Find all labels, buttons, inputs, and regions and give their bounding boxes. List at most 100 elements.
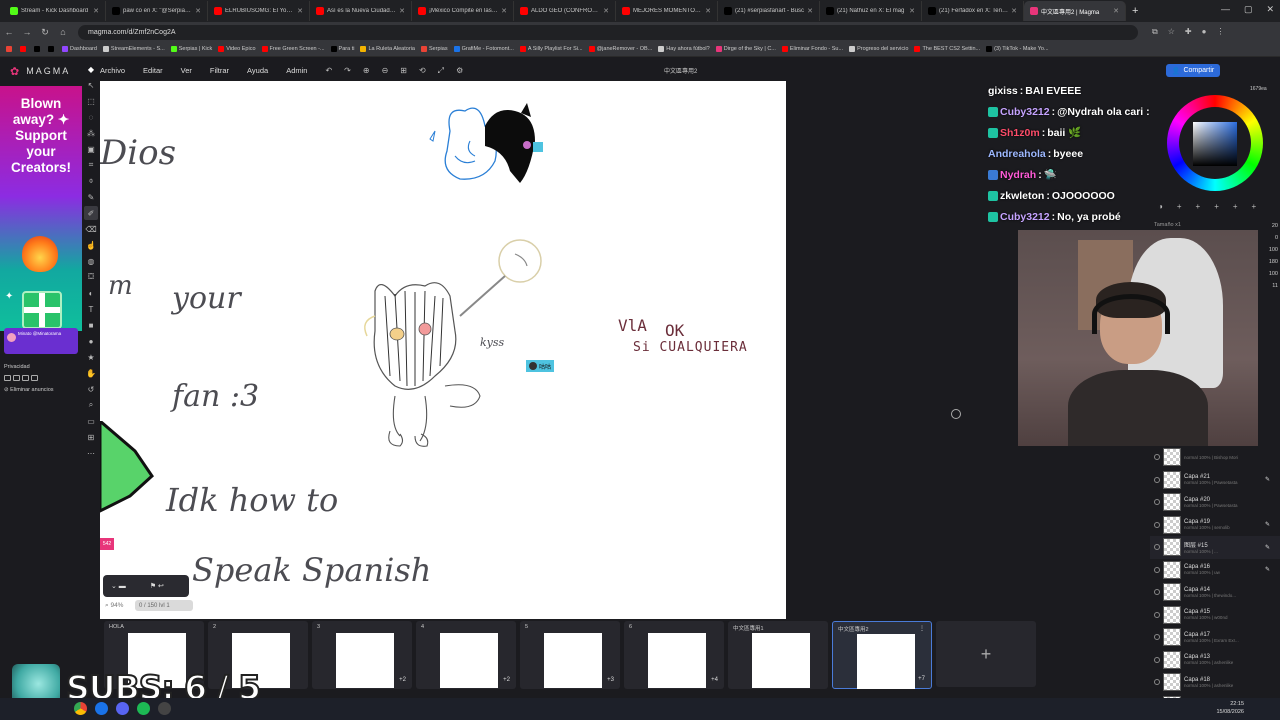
browser-tab[interactable]: ALDO GEO (CONFRONTA ✕ [514,1,616,21]
close-icon[interactable]: ✕ [1266,4,1274,15]
shape-circle-icon[interactable]: ● [84,334,98,348]
close-tab-icon[interactable]: ✕ [807,7,813,15]
magma-logo[interactable]: ✿ MAGMA [0,60,82,82]
browser-tab[interactable]: ¡México Compite en las Et ✕ [412,1,514,21]
privacy-icon[interactable] [4,375,11,381]
browser-tab[interactable]: Así es la Nueva Ciudad Pi ✕ [310,1,412,21]
privacy-icon[interactable] [13,375,20,381]
magma-menu-icon[interactable]: ◆ [84,62,98,76]
rotate-icon[interactable]: ⟲ [419,66,426,75]
bookmark-item[interactable] [20,46,28,52]
add-color-icon[interactable]: + [1252,202,1257,211]
maximize-icon[interactable]: ▢ [1244,4,1253,15]
bookmark-item[interactable]: Para ti [330,46,354,52]
bookmark-item[interactable]: Progreso del servicio [849,46,908,52]
board-card[interactable]: 中文區專用2 +7 ⋮ [832,621,932,689]
layer-row[interactable]: Capa #17 normal 100% | Exram Exr... [1150,626,1280,649]
ad-banner[interactable]: Blown away? ✦ Support your Creators! ✦ [0,86,82,331]
obs-icon[interactable] [158,702,171,715]
board-menu-icon[interactable]: ⋮ [919,625,925,632]
redo-icon[interactable]: ↷ [344,66,351,75]
chat-bubble-icon[interactable]: ⌄ ▬ [111,582,126,590]
bookmark-item[interactable]: Free Green Screen -... [261,46,325,52]
layer-row[interactable]: normal 100% | Bishop Mori [1150,446,1280,469]
profile-icon[interactable]: ● [1202,27,1207,37]
visibility-icon[interactable] [1154,679,1160,686]
shape-square-icon[interactable]: ■ [84,318,98,332]
chrome-icon[interactable] [74,702,87,715]
close-tab-icon[interactable]: ✕ [195,7,201,15]
layer-row[interactable]: Capa #21 normal 100% | Pawsetasta ✎ [1150,469,1280,492]
layer-row[interactable]: Capa #13 normal 100% | ashenlike [1150,649,1280,672]
bookmark-item[interactable]: La Ruleta Aleatoria [360,46,415,52]
blur-icon[interactable]: ◍ [84,254,98,268]
zoom-level[interactable]: ⌕ 94% [105,602,123,610]
board-card[interactable]: 5 +3 [520,621,620,689]
text-tool-icon[interactable]: T [84,302,98,316]
browser-tab[interactable]: (21) Ferfadox en X: Tened ✕ [922,1,1024,21]
close-tab-icon[interactable]: ✕ [501,7,507,15]
visibility-icon[interactable] [1154,476,1160,483]
add-color-icon[interactable]: + [1233,202,1238,211]
close-tab-icon[interactable]: ✕ [705,7,711,15]
menu-archivo[interactable]: Archivo [100,66,125,75]
rect-select-icon[interactable]: ⬚ [84,94,98,108]
visibility-icon[interactable] [1154,499,1160,506]
smudge-icon[interactable]: ☝ [84,238,98,252]
fullscreen-icon[interactable]: ⤢ [438,66,444,76]
bookmark-item[interactable]: The BEST CS2 Settin... [914,46,980,52]
bookmark-item[interactable]: StreamElements - S... [102,46,165,52]
undo-icon[interactable]: ↶ [325,66,332,75]
pencil-icon[interactable]: ✎ [84,190,98,204]
menu-ver[interactable]: Ver [181,66,192,75]
new-tab-button[interactable]: + [1126,5,1144,17]
zoom-in-icon[interactable]: ⊕ [363,66,370,75]
reference-icon[interactable]: ⊞ [84,430,98,444]
visibility-icon[interactable] [1154,521,1160,528]
close-tab-icon[interactable]: ✕ [297,7,303,15]
board-card[interactable]: 6 +4 [624,621,724,689]
stamp-icon[interactable]: ★ [84,350,98,364]
bookmark-item[interactable] [48,46,56,52]
drawing-canvas[interactable]: Dios m your fan :3 Idk how to Speak Span… [100,81,786,619]
extensions-icon[interactable]: ✚ [1185,27,1192,37]
discord-icon[interactable] [116,702,129,715]
bookmark-item[interactable]: GrafiMe - Fotomont... [453,46,514,52]
color-saturation-square[interactable] [1193,122,1237,166]
visibility-icon[interactable] [1154,454,1160,461]
cast-icon[interactable]: ⧉ [1152,27,1158,37]
home-icon[interactable]: ⌂ [54,27,72,37]
layer-row[interactable]: Capa #19 normal 100% | semolib ✎ [1150,514,1280,537]
browser-tab[interactable]: (21) Nathuz en X: El mag ✕ [820,1,922,21]
eyedropper-icon[interactable]: ⌽ [84,174,98,188]
brush-preset-icon[interactable]: ⚑ ↩ [150,582,164,590]
close-tab-icon[interactable]: ✕ [909,7,915,15]
menu-editar[interactable]: Editar [143,66,163,75]
close-tab-icon[interactable]: ✕ [603,7,609,15]
board-card[interactable]: 3 +2 [312,621,412,689]
move-tool-icon[interactable]: ↖ [84,78,98,92]
fill-bucket-icon[interactable]: ⛋ [84,270,98,284]
more-tools-icon[interactable]: ⋯ [84,446,98,460]
spotify-icon[interactable] [137,702,150,715]
menu-admin[interactable]: Admin [286,66,307,75]
lasso-icon[interactable]: ◌ [84,110,98,124]
board-card[interactable]: 4 +2 [416,621,516,689]
minimize-icon[interactable]: — [1221,4,1230,15]
transform-icon[interactable]: ▣ [84,142,98,156]
bookmark-item[interactable]: Hay ahora fútbol? [658,46,710,52]
board-card[interactable]: 中文區專用1 [728,621,828,689]
layer-row[interactable]: Capa #20 normal 100% | Pawsetasta [1150,491,1280,514]
layer-row[interactable]: Capa #14 normal 100% | thewindo... [1150,581,1280,604]
add-board-button[interactable]: + [936,621,1036,687]
bookmark-item[interactable] [34,46,42,52]
crop-icon[interactable]: ⌗ [84,158,98,172]
add-color-icon[interactable]: + [1214,202,1219,211]
bookmark-item[interactable]: Video Epico [218,46,256,52]
close-tab-icon[interactable]: ✕ [93,7,99,15]
share-button[interactable]: 👤 Compartir [1166,64,1220,77]
menu-icon[interactable]: ⋮ [1216,27,1224,37]
bookmark-item[interactable] [6,46,14,52]
layer-row[interactable]: Capa #18 normal 100% | ashenlike [1150,671,1280,694]
url-field[interactable]: magma.com/d/Zmf2nCog2A [78,24,1138,40]
